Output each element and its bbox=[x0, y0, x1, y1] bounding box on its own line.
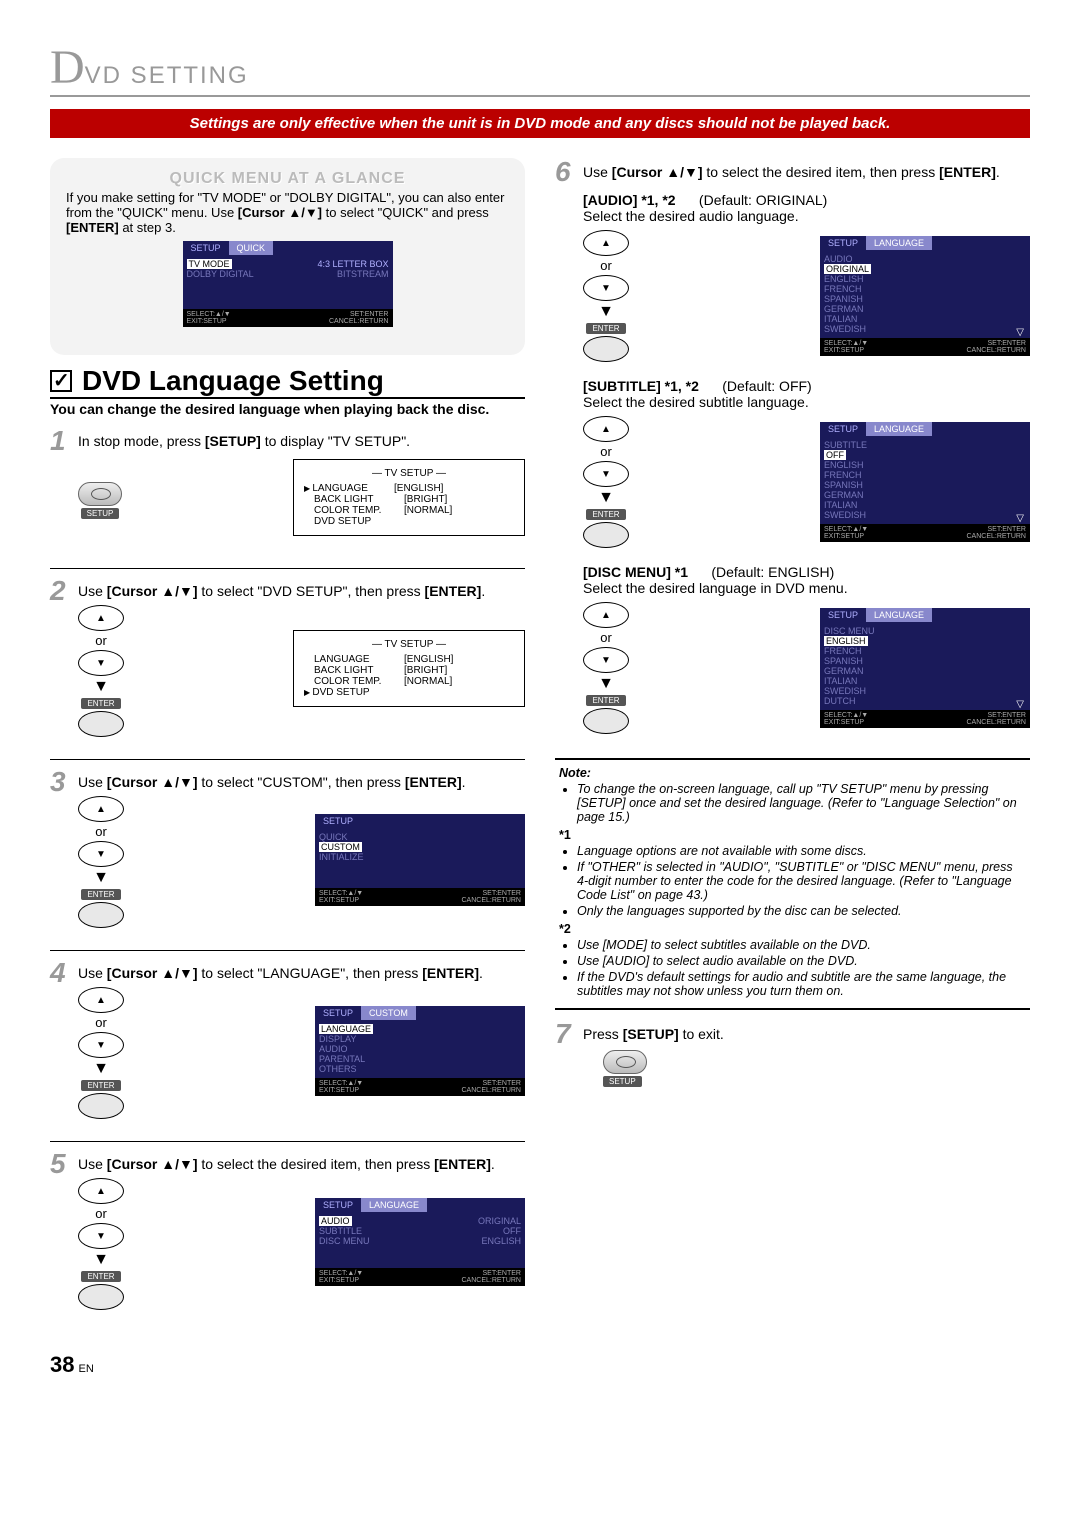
header-rule bbox=[50, 95, 1030, 97]
audio-osd: SETUPLANGUAGE AUDIO ORIGINAL ENGLISH FRE… bbox=[820, 236, 1030, 356]
scroll-down-icon: ▽ bbox=[1016, 699, 1024, 710]
cursor-buttons: ▲ or ▼ ▼ ENTER bbox=[78, 605, 124, 737]
note-box: Note: To change the on-screen language, … bbox=[555, 758, 1030, 1010]
subtitle-osd: SETUPLANGUAGE SUBTITLE OFF ENGLISH FRENC… bbox=[820, 422, 1030, 542]
up-button-icon: ▲ bbox=[583, 602, 629, 628]
enter-button-icon bbox=[583, 522, 629, 548]
tv-setup-osd-2: — TV SETUP — LANGUAGE[ENGLISH] BACK LIGH… bbox=[293, 630, 525, 707]
down-button-icon: ▼ bbox=[583, 647, 629, 673]
cursor-buttons: ▲ or ▼ ▼ ENTER bbox=[583, 602, 629, 734]
scroll-down-icon: ▽ bbox=[1016, 327, 1024, 338]
down-button-icon: ▼ bbox=[78, 1223, 124, 1249]
language-osd: SETUPLANGUAGE AUDIO ORIGINAL SUBTITLE OF… bbox=[315, 1198, 525, 1286]
up-button-icon: ▲ bbox=[78, 1178, 124, 1204]
quick-menu-title: QUICK MENU AT A GLANCE bbox=[66, 170, 509, 188]
enter-button-icon bbox=[78, 1093, 124, 1119]
page-number: 38EN bbox=[50, 1352, 1030, 1378]
down-button-icon: ▼ bbox=[78, 841, 124, 867]
discmenu-osd: SETUPLANGUAGE DISC MENU ENGLISH FRENCH S… bbox=[820, 608, 1030, 728]
quick-osd: SETUPQUICK TV MODE 4:3 LETTER BOX DOLBY … bbox=[183, 241, 393, 327]
step-3: 3 Use [Cursor ▲/▼] to select "CUSTOM", t… bbox=[50, 768, 525, 942]
tv-setup-osd-1: — TV SETUP — LANGUAGE[ENGLISH] BACK LIGH… bbox=[293, 459, 525, 536]
quick-menu-box: QUICK MENU AT A GLANCE If you make setti… bbox=[50, 158, 525, 355]
enter-button-icon bbox=[78, 711, 124, 737]
setup-remote-icon: SETUP bbox=[603, 1050, 1030, 1087]
check-icon bbox=[50, 370, 72, 392]
enter-button-icon bbox=[78, 1284, 124, 1310]
enter-button-icon bbox=[583, 336, 629, 362]
step-2: 2 Use [Cursor ▲/▼] to select "DVD SETUP"… bbox=[50, 577, 525, 751]
down-button-icon: ▼ bbox=[78, 1032, 124, 1058]
warning-bar: Settings are only effective when the uni… bbox=[50, 109, 1030, 138]
step-4: 4 Use [Cursor ▲/▼] to select "LANGUAGE",… bbox=[50, 959, 525, 1133]
setup-remote-icon: SETUP bbox=[78, 482, 122, 519]
cursor-buttons: ▲ or ▼ ▼ ENTER bbox=[583, 416, 629, 548]
up-button-icon: ▲ bbox=[78, 605, 124, 631]
page-header: DVD SETTING bbox=[50, 40, 1030, 95]
cursor-buttons: ▲ or ▼ ▼ ENTER bbox=[78, 1178, 124, 1310]
cursor-buttons: ▲ or ▼ ▼ ENTER bbox=[78, 987, 124, 1119]
scroll-down-icon: ▽ bbox=[1016, 513, 1024, 524]
cursor-buttons: ▲ or ▼ ▼ ENTER bbox=[583, 230, 629, 362]
down-button-icon: ▼ bbox=[583, 461, 629, 487]
enter-button-icon bbox=[583, 708, 629, 734]
page-header-letter: D bbox=[50, 40, 85, 95]
enter-button-icon bbox=[78, 902, 124, 928]
setup-osd-language: SETUPCUSTOM LANGUAGE DISPLAY AUDIO PAREN… bbox=[315, 1006, 525, 1096]
page-header-rest: VD SETTING bbox=[85, 62, 249, 89]
cursor-buttons: ▲ or ▼ ▼ ENTER bbox=[78, 796, 124, 928]
step-7: 7 Press [SETUP] to exit. SETUP bbox=[555, 1020, 1030, 1087]
up-button-icon: ▲ bbox=[583, 416, 629, 442]
quick-menu-text: If you make setting for "TV MODE" or "DO… bbox=[66, 190, 509, 235]
section-subtitle: You can change the desired language when… bbox=[50, 401, 525, 417]
down-button-icon: ▼ bbox=[583, 275, 629, 301]
up-button-icon: ▲ bbox=[583, 230, 629, 256]
section-title: DVD Language Setting bbox=[50, 365, 525, 399]
up-button-icon: ▲ bbox=[78, 987, 124, 1013]
step-5: 5 Use [Cursor ▲/▼] to select the desired… bbox=[50, 1150, 525, 1324]
step-1: 1 In stop mode, press [SETUP] to display… bbox=[50, 427, 525, 560]
up-button-icon: ▲ bbox=[78, 796, 124, 822]
step-6: 6 Use [Cursor ▲/▼] to select the desired… bbox=[555, 158, 1030, 750]
setup-osd-custom: SETUP QUICK CUSTOM INITIALIZE SELECT:▲/▼… bbox=[315, 814, 525, 906]
down-button-icon: ▼ bbox=[78, 650, 124, 676]
